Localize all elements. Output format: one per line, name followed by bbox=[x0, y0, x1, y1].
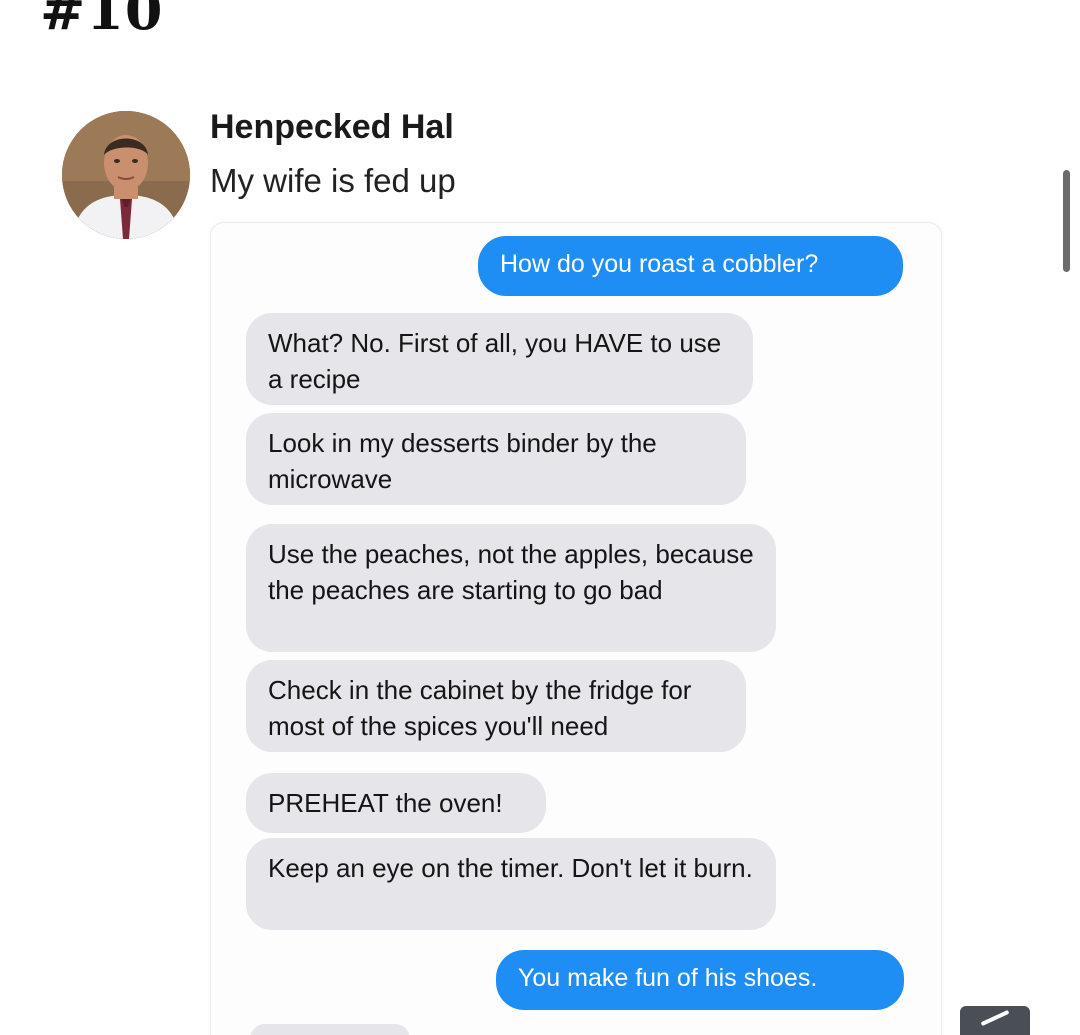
message-bubble-incoming: Check in the cabinet by the fridge for m… bbox=[246, 660, 746, 752]
message-bubble-incoming-partial bbox=[250, 1024, 410, 1035]
share-icon bbox=[980, 1009, 1010, 1027]
author-name[interactable]: Henpecked Hal bbox=[210, 108, 454, 147]
message-bubble-incoming: Keep an eye on the timer. Don't let it b… bbox=[246, 838, 776, 930]
post-rank: #10 bbox=[40, 0, 164, 42]
post-caption: My wife is fed up bbox=[210, 162, 456, 199]
message-bubble-incoming: What? No. First of all, you HAVE to use … bbox=[246, 313, 753, 405]
avatar-photo bbox=[62, 111, 190, 239]
scrollbar-thumb[interactable] bbox=[1063, 170, 1070, 272]
avatar[interactable] bbox=[62, 111, 190, 239]
share-button[interactable] bbox=[960, 1006, 1030, 1035]
post-page: #10 Henpecked Hal My wife is fed up How … bbox=[0, 0, 1080, 1035]
message-bubble-incoming: PREHEAT the oven! bbox=[246, 773, 546, 833]
message-bubble-outgoing: You make fun of his shoes. bbox=[496, 950, 904, 1010]
message-bubble-incoming: Look in my desserts binder by the microw… bbox=[246, 413, 746, 505]
message-bubble-incoming: Use the peaches, not the apples, because… bbox=[246, 524, 776, 652]
message-bubble-outgoing: How do you roast a cobbler? bbox=[478, 236, 903, 296]
